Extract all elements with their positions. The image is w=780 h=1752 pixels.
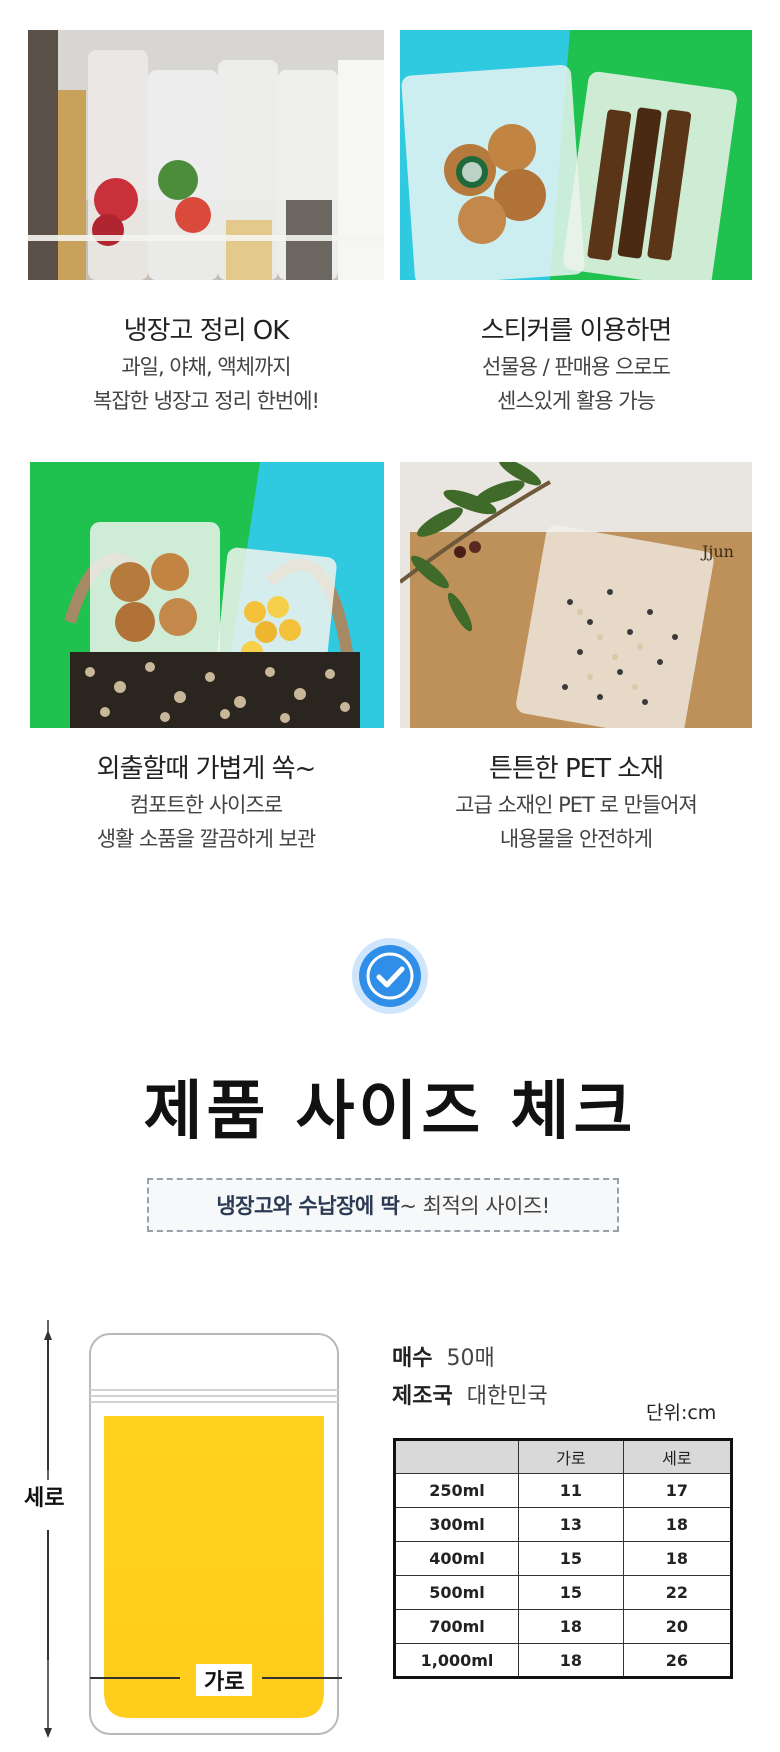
outing-bag-photo (30, 462, 384, 728)
width-label: 가로 (196, 1664, 253, 1696)
unit-label: 단위:cm (646, 1402, 717, 1424)
table-cell: 500ml (394, 1575, 519, 1610)
spec-count-label: 매수 (392, 1346, 433, 1371)
spec-origin: 제조국 대한민국 (392, 1378, 548, 1410)
height-arrow (47, 1530, 49, 1660)
fridge-storage-photo (28, 30, 384, 280)
table-cell: 15 (518, 1541, 624, 1576)
size-table: 가로 세로 250ml 11 17 300ml 13 18 400ml 15 1… (393, 1438, 733, 1679)
table-cell: 18 (518, 1643, 624, 1678)
feature-title: 냉장고 정리 OK (123, 316, 290, 346)
table-cell: 17 (622, 1473, 733, 1508)
size-subtitle: 냉장고와 수납장에 딱 ~ 최적의 사이즈! (147, 1178, 619, 1232)
feature-description: 선물용 / 판매용 으로도 (482, 355, 671, 379)
height-label: 세로 (24, 1486, 65, 1511)
check-icon (350, 936, 430, 1016)
width-arrow (262, 1677, 342, 1679)
table-cell: 700ml (394, 1609, 519, 1644)
feature-title: 외출할때 가볍게 쏙~ (96, 754, 317, 784)
spec-origin-value: 대한민국 (466, 1384, 548, 1409)
table-row: 700ml 18 20 (394, 1609, 733, 1644)
section-title: 제품 사이즈 체크 (143, 1075, 637, 1149)
feature-description: 센스있게 활용 가능 (497, 389, 656, 413)
table-cell: 11 (518, 1473, 624, 1508)
pet-grain-photo: Jjun (400, 462, 752, 728)
feature-description: 생활 소품을 깔끔하게 보관 (96, 827, 317, 851)
table-cell: 18 (622, 1541, 733, 1576)
gift-sticker-photo (400, 30, 752, 280)
table-cell: 13 (518, 1507, 624, 1542)
table-cell: 400ml (394, 1541, 519, 1576)
subtitle-highlight: 냉장고와 수납장에 딱 (216, 1194, 400, 1218)
feature-description: 고급 소재인 PET 로 만들어져 (455, 793, 698, 817)
table-cell: 20 (622, 1609, 733, 1644)
brand-mark: Jjun (700, 542, 734, 561)
table-cell: 15 (518, 1575, 624, 1610)
spec-count-value: 50매 (446, 1346, 495, 1371)
table-cell: 1,000ml (394, 1643, 519, 1678)
table-header-row: 가로 세로 (394, 1439, 733, 1474)
table-cell: 18 (622, 1507, 733, 1542)
table-header (394, 1439, 519, 1474)
table-cell: 250ml (394, 1473, 519, 1508)
table-row: 300ml 13 18 (394, 1507, 733, 1542)
table-cell: 26 (622, 1643, 733, 1678)
table-row: 250ml 11 17 (394, 1473, 733, 1508)
table-cell: 22 (622, 1575, 733, 1610)
subtitle-rest: ~ 최적의 사이즈! (399, 1194, 550, 1218)
height-arrow (47, 1334, 49, 1470)
table-header: 세로 (622, 1439, 733, 1474)
width-arrow (90, 1677, 180, 1679)
spec-origin-label: 제조국 (392, 1384, 453, 1409)
table-cell: 300ml (394, 1507, 519, 1542)
table-row: 500ml 15 22 (394, 1575, 733, 1610)
spec-count: 매수 50매 (392, 1340, 495, 1372)
table-row: 400ml 15 18 (394, 1541, 733, 1576)
feature-description: 내용물을 안전하게 (499, 827, 653, 851)
table-row: 1,000ml 18 26 (394, 1643, 733, 1678)
table-header: 가로 (518, 1439, 624, 1474)
table-cell: 18 (518, 1609, 624, 1644)
feature-description: 복잡한 냉장고 정리 한번에! (93, 389, 320, 413)
feature-title: 튼튼한 PET 소재 (488, 754, 664, 784)
feature-title: 스티커를 이용하면 (480, 316, 673, 346)
feature-description: 과일, 야채, 액체까지 (121, 355, 291, 379)
feature-description: 컴포트한 사이즈로 (129, 793, 283, 817)
